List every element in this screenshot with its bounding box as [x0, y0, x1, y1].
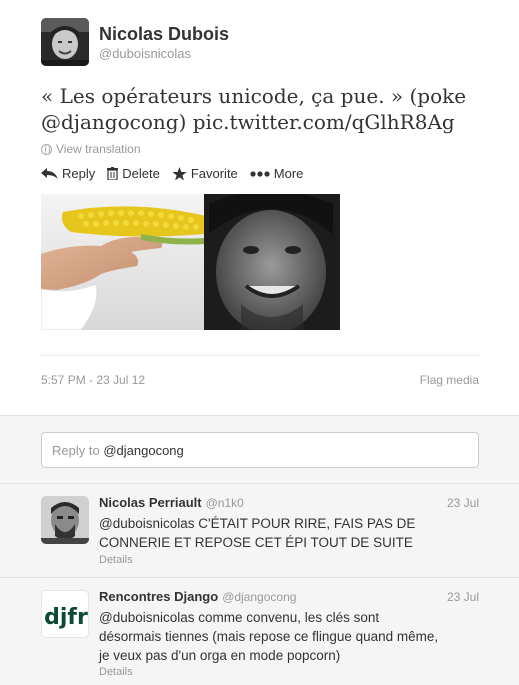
reply-text: @duboisnicolas comme convenu, les clés s… [99, 610, 439, 663]
trash-icon [107, 167, 119, 180]
reply-icon [41, 167, 58, 179]
delete-label: Delete [122, 166, 160, 181]
reply-details-link[interactable]: Details [99, 554, 133, 566]
more-button[interactable]: More [250, 166, 304, 181]
more-dots-icon [250, 170, 270, 177]
reply-author[interactable]: Nicolas Perriault @n1k0 [99, 495, 244, 510]
reply-mention: @djangocong [103, 443, 184, 458]
djfr-logo-text: djfr [44, 605, 88, 630]
replies-section: Reply to @djangocong Nicolas Perriault @n… [0, 415, 519, 685]
reply-text: @duboisnicolas C'ÉTAIT POUR RIRE, FAIS P… [99, 516, 416, 550]
reply-tweet[interactable]: Nicolas Perriault @n1k0 23 Jul @duboisnic… [0, 484, 519, 576]
reply-author-handle: @djangocong [222, 590, 297, 604]
view-translation-link[interactable]: View translation [41, 142, 141, 156]
reply-label: Reply [62, 166, 96, 181]
reply-date[interactable]: 23 Jul [447, 496, 479, 510]
reply-input[interactable]: Reply to @djangocong [41, 432, 479, 468]
reply-details-link[interactable]: Details [99, 666, 133, 678]
tweet-actions: Reply Delete Favorite More [41, 166, 315, 181]
author-name[interactable]: Nicolas Dubois [99, 24, 229, 45]
view-translation-label: View translation [56, 142, 141, 156]
flag-media-link[interactable]: Flag media [420, 373, 479, 387]
reply-avatar[interactable] [41, 496, 89, 544]
favorite-label: Favorite [190, 166, 238, 181]
author-handle[interactable]: @duboisnicolas [99, 46, 191, 61]
reply-author-handle: @n1k0 [205, 496, 244, 510]
djfr-logo[interactable]: djfr [41, 590, 89, 638]
reply-date[interactable]: 23 Jul [447, 590, 479, 604]
tweet-media-photo[interactable] [41, 194, 340, 330]
author-avatar[interactable] [41, 18, 89, 66]
delete-button[interactable]: Delete [107, 166, 160, 181]
tweet-timestamp[interactable]: 5:57 PM - 23 Jul 12 [41, 373, 145, 387]
reply-author-name: Rencontres Django [99, 589, 219, 604]
more-label: More [273, 166, 304, 181]
tweet-text: « Les opérateurs unicode, ça pue. » (pok… [41, 84, 467, 134]
reply-tweet[interactable]: djfr Rencontres Django @djangocong 23 Jul… [0, 578, 519, 685]
star-icon [172, 166, 187, 180]
reply-button[interactable]: Reply [41, 166, 95, 181]
reply-placeholder-prefix: Reply to [52, 443, 100, 458]
favorite-button[interactable]: Favorite [172, 166, 238, 181]
globe-icon [41, 143, 52, 155]
reply-author[interactable]: Rencontres Django @djangocong [99, 589, 296, 604]
divider [41, 355, 479, 356]
reply-author-name: Nicolas Perriault [99, 495, 202, 510]
tweet-detail: Nicolas Dubois @duboisnicolas « Les opér… [0, 0, 519, 415]
